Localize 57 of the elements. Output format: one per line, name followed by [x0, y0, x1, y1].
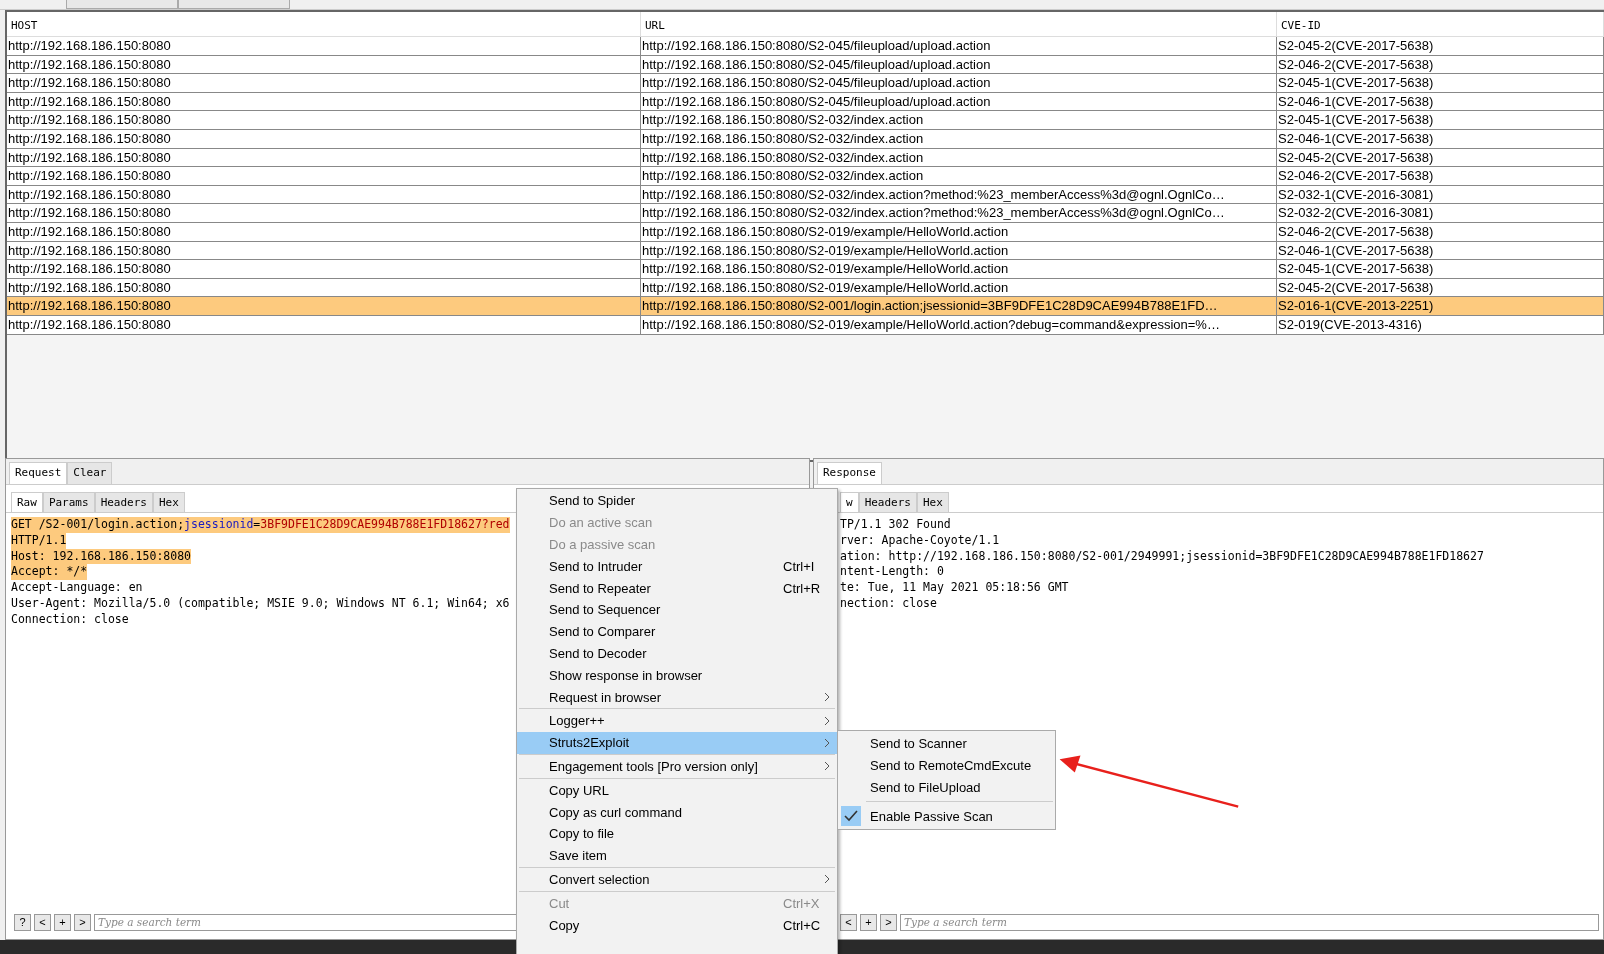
table-cell: http://192.168.186.150:8080	[7, 55, 641, 74]
table-cell: http://192.168.186.150:8080/S2-032/index.action?method:%23_memberAccess%3d@ognl.OgnlCo…	[641, 204, 1277, 222]
code-line: nection: close	[840, 596, 937, 612]
table-cell: http://192.168.186.150:8080	[7, 167, 641, 185]
table-cell: S2-046-1(CVE-2017-5638)	[1277, 129, 1604, 148]
table-cell: S2-045-1(CVE-2017-5638)	[1277, 74, 1604, 92]
code-line: te: Tue, 11 May 2021 05:18:56 GMT	[840, 580, 1069, 596]
table-cell: http://192.168.186.150:8080	[7, 241, 641, 260]
table-cell: http://192.168.186.150:8080/S2-032/index.action	[641, 111, 1277, 129]
table-cell: http://192.168.186.150:8080/S2-019/example/HelloWorld.action	[641, 278, 1277, 297]
code-line: TP/1.1 302 Found	[840, 517, 951, 533]
table-cell: http://192.168.186.150:8080	[7, 148, 641, 167]
table-cell: S2-046-2(CVE-2017-5638)	[1277, 222, 1604, 241]
table-cell: S2-046-1(CVE-2017-5638)	[1277, 92, 1604, 111]
table-cell: http://192.168.186.150:8080	[7, 185, 641, 204]
table-cell: http://192.168.186.150:8080	[7, 37, 641, 55]
table-cell: http://192.168.186.150:8080	[7, 222, 641, 241]
table-cell: http://192.168.186.150:8080	[7, 260, 641, 278]
table-cell: http://192.168.186.150:8080	[7, 74, 641, 92]
table-cell: S2-032-1(CVE-2016-3081)	[1277, 185, 1604, 204]
code-line: Connection: close	[11, 611, 129, 628]
table-cell: S2-045-2(CVE-2017-5638)	[1277, 148, 1604, 167]
table-cell: http://192.168.186.150:8080/S2-019/example/HelloWorld.action	[641, 241, 1277, 260]
table-cell: http://192.168.186.150:8080	[7, 111, 641, 129]
table-cell: http://192.168.186.150:8080/S2-032/index.action?method:%23_memberAccess%3d@ognl.OgnlCo…	[641, 185, 1277, 204]
table-cell: http://192.168.186.150:8080	[7, 278, 641, 297]
table-cell: http://192.168.186.150:8080/S2-045/fileupload/upload.action	[641, 37, 1277, 55]
table-cell: http://192.168.186.150:8080/S2-032/index.action	[641, 148, 1277, 167]
table-cell: http://192.168.186.150:8080/S2-019/example/HelloWorld.action?debug=command&expression=%…	[641, 315, 1277, 334]
code-line: ation: http://192.168.186.150:8080/S2-001/2949991;jsessionid=3BF9DFE1C28D9CAE994B788E1FD18627	[840, 548, 1484, 565]
table-cell: http://192.168.186.150:8080	[7, 204, 641, 222]
table-cell: S2-046-1(CVE-2017-5638)	[1277, 241, 1604, 260]
table-cell: http://192.168.186.150:8080	[7, 297, 641, 315]
code-line: ntent-Length: 0	[840, 564, 944, 581]
table-cell: http://192.168.186.150:8080	[7, 92, 641, 111]
table-cell: S2-019(CVE-2013-4316)	[1277, 315, 1604, 334]
table-cell: http://192.168.186.150:8080/S2-001/login.action;jsessionid=3BF9DFE1C28D9CAE994B788E1FD…	[641, 297, 1277, 315]
code-line: User-Agent: Mozilla/5.0 (compatible; MSIE 9.0; Windows NT 6.1; Win64; x6	[11, 596, 510, 612]
code-line: Accept-Language: en	[11, 580, 143, 596]
table-cell: S2-045-1(CVE-2017-5638)	[1277, 260, 1604, 278]
table-cell: http://192.168.186.150:8080	[7, 129, 641, 148]
table-cell: http://192.168.186.150:8080/S2-032/index.action	[641, 167, 1277, 185]
table-cell: http://192.168.186.150:8080	[7, 315, 641, 334]
table-cell: S2-046-2(CVE-2017-5638)	[1277, 167, 1604, 185]
table-cell: http://192.168.186.150:8080/S2-045/fileupload/upload.action	[641, 92, 1277, 111]
code-line: rver: Apache-Coyote/1.1	[840, 532, 1000, 549]
table-cell: http://192.168.186.150:8080/S2-045/fileupload/upload.action	[641, 55, 1277, 74]
table-cell: S2-045-1(CVE-2017-5638)	[1277, 111, 1604, 129]
table-cell: http://192.168.186.150:8080/S2-019/example/HelloWorld.action	[641, 260, 1277, 278]
table-cell: S2-045-2(CVE-2017-5638)	[1277, 278, 1604, 297]
table-cell: S2-046-2(CVE-2017-5638)	[1277, 55, 1604, 74]
table-cell: S2-045-2(CVE-2017-5638)	[1277, 37, 1604, 55]
table-cell: http://192.168.186.150:8080/S2-045/fileupload/upload.action	[641, 74, 1277, 92]
table-cell: http://192.168.186.150:8080/S2-019/example/HelloWorld.action	[641, 222, 1277, 241]
table-cell: http://192.168.186.150:8080/S2-032/index.action	[641, 129, 1277, 148]
table-cell: S2-016-1(CVE-2013-2251)	[1277, 297, 1604, 315]
table-cell: S2-032-2(CVE-2016-3081)	[1277, 204, 1604, 222]
